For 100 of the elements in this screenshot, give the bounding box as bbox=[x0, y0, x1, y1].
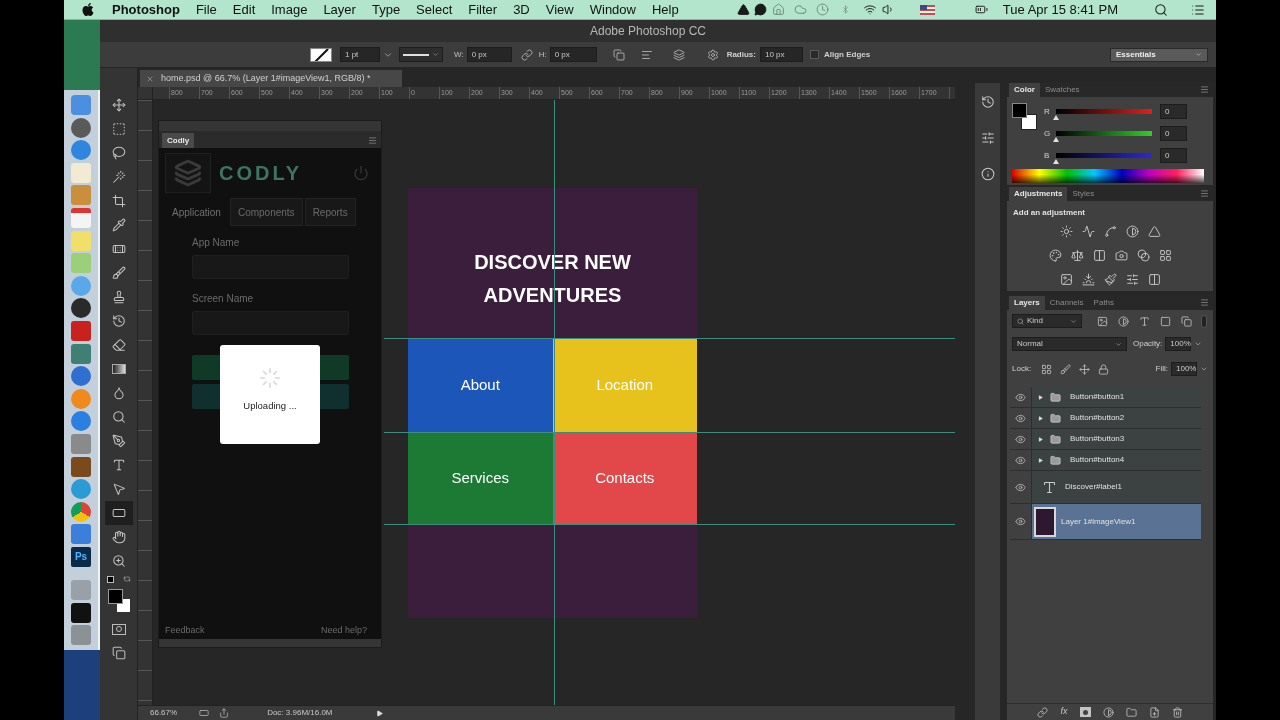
trash-icon[interactable] bbox=[1171, 706, 1183, 718]
pipette-icon[interactable] bbox=[111, 218, 126, 232]
panel-tab[interactable]: Adjustments bbox=[1009, 187, 1068, 201]
rectangle-icon[interactable] bbox=[111, 506, 126, 520]
type-icon[interactable] bbox=[1139, 315, 1150, 327]
layer-row[interactable]: Layer 1#imageView1 bbox=[1032, 504, 1201, 539]
wifi-icon[interactable] bbox=[861, 3, 878, 16]
eye-icon[interactable] bbox=[1015, 516, 1026, 527]
document-tab[interactable]: home.psd @ 66.7% (Layer 1#imageView1, RGB/8) * bbox=[140, 70, 402, 87]
stack-icon[interactable] bbox=[672, 48, 685, 61]
eye-icon[interactable] bbox=[1015, 412, 1026, 424]
workspace-dropdown[interactable]: Essentials bbox=[1110, 47, 1208, 62]
slider-thumb[interactable] bbox=[1053, 137, 1059, 142]
caret-icon[interactable] bbox=[1194, 340, 1203, 348]
quick-mask-icon[interactable] bbox=[111, 623, 126, 635]
line-style-dropdown[interactable] bbox=[399, 47, 443, 62]
hand-icon[interactable] bbox=[111, 530, 126, 544]
disclosure-triangle-icon[interactable] bbox=[1038, 457, 1043, 463]
menu-item[interactable]: Image bbox=[271, 3, 308, 16]
palette-icon[interactable] bbox=[1048, 248, 1062, 262]
layer-row[interactable]: Discover#label1 bbox=[1032, 471, 1201, 503]
app-icon[interactable] bbox=[71, 298, 91, 319]
footer-link[interactable]: Feedback bbox=[165, 624, 205, 638]
overlapping-squares-icon[interactable] bbox=[612, 48, 625, 61]
panel-menu-icon[interactable] bbox=[368, 136, 377, 145]
color-swatches-icon[interactable] bbox=[1012, 103, 1038, 131]
half-circle-icon[interactable] bbox=[1118, 315, 1129, 327]
align-edges-checkbox[interactable] bbox=[810, 50, 819, 59]
caret-icon[interactable] bbox=[432, 51, 439, 58]
panel-tab[interactable]: Layers bbox=[1009, 296, 1045, 310]
paintbrush-icon[interactable] bbox=[1103, 272, 1117, 286]
mini-swatch-icon[interactable] bbox=[106, 575, 114, 583]
move-icon[interactable] bbox=[1079, 363, 1091, 375]
channel-value-field[interactable]: 0 bbox=[1160, 148, 1187, 163]
menu-item[interactable]: 3D bbox=[513, 3, 530, 16]
menu-item[interactable]: Filter bbox=[468, 3, 498, 16]
type-layer-icon[interactable] bbox=[1042, 479, 1057, 495]
menu-item[interactable]: Edit bbox=[232, 3, 256, 16]
curve-icon[interactable] bbox=[1103, 224, 1117, 238]
panel-menu-icon[interactable] bbox=[1200, 85, 1209, 94]
caret-icon[interactable] bbox=[1200, 365, 1208, 373]
eye-icon[interactable] bbox=[1015, 481, 1026, 493]
link-icon[interactable] bbox=[1037, 706, 1049, 718]
swap-arrows-icon[interactable] bbox=[122, 575, 131, 583]
sliders-icon[interactable] bbox=[1125, 272, 1139, 286]
droplet-icon[interactable] bbox=[111, 386, 126, 400]
eye-icon[interactable] bbox=[1015, 391, 1026, 403]
overlapping-circles-icon[interactable] bbox=[1136, 248, 1150, 262]
flag-icon[interactable] bbox=[919, 4, 935, 15]
height-field[interactable]: 0 px bbox=[549, 47, 597, 62]
menu-item[interactable]: Type bbox=[371, 3, 401, 16]
opacity-field[interactable]: 100% bbox=[1165, 337, 1192, 351]
zoom-icon[interactable] bbox=[111, 554, 126, 568]
search-icon[interactable] bbox=[1154, 2, 1168, 17]
disclosure-triangle-icon[interactable] bbox=[1038, 394, 1043, 400]
menu-item[interactable]: Help bbox=[651, 3, 679, 16]
settings-icon[interactable] bbox=[706, 48, 719, 61]
pen-icon[interactable] bbox=[111, 434, 126, 448]
list-icon[interactable] bbox=[1190, 2, 1206, 17]
channel-value-field[interactable]: 0 bbox=[1160, 126, 1187, 141]
page-plus-icon[interactable] bbox=[1148, 706, 1160, 718]
camera-icon[interactable] bbox=[1114, 248, 1128, 262]
menu-tile[interactable]: About bbox=[408, 338, 553, 432]
triangle-right-icon[interactable] bbox=[375, 709, 383, 717]
mask-icon[interactable] bbox=[1079, 707, 1091, 717]
panel-tab[interactable]: Styles bbox=[1067, 187, 1100, 201]
half-circle-icon[interactable] bbox=[1102, 706, 1114, 718]
half-circle-icon[interactable] bbox=[1125, 224, 1139, 238]
layer-row[interactable]: Button#button3 bbox=[1032, 429, 1201, 449]
layer-row[interactable]: Button#button4 bbox=[1032, 450, 1201, 470]
panel-tab[interactable]: Swatches bbox=[1039, 83, 1085, 97]
bandage-icon[interactable] bbox=[111, 242, 126, 256]
stamp-icon[interactable] bbox=[111, 290, 126, 304]
slider-thumb[interactable] bbox=[1053, 159, 1059, 164]
speaker-icon[interactable] bbox=[881, 3, 895, 16]
brush-icon[interactable] bbox=[111, 266, 126, 280]
columns-icon[interactable] bbox=[1147, 272, 1161, 286]
app-icon[interactable] bbox=[71, 602, 91, 623]
sliders-icon[interactable] bbox=[980, 131, 995, 145]
foreground-background-icon[interactable] bbox=[105, 587, 132, 615]
folder-icon[interactable] bbox=[1049, 433, 1062, 445]
move-icon[interactable] bbox=[111, 98, 126, 112]
panel-tab[interactable]: Codly bbox=[162, 133, 195, 148]
radius-field[interactable]: 10 px bbox=[760, 47, 803, 62]
sun-icon[interactable] bbox=[1059, 224, 1073, 238]
battery-icon[interactable] bbox=[972, 3, 990, 16]
columns-icon[interactable] bbox=[1092, 248, 1106, 262]
lasso-icon[interactable] bbox=[111, 146, 126, 160]
fill-field[interactable]: 100% bbox=[1171, 362, 1197, 376]
disclosure-triangle-icon[interactable] bbox=[1038, 436, 1043, 442]
image-icon[interactable] bbox=[1097, 315, 1108, 327]
triangle-icon[interactable] bbox=[736, 3, 750, 16]
folder-icon[interactable] bbox=[1049, 391, 1062, 403]
crop-icon[interactable] bbox=[111, 194, 126, 208]
overlapping-squares-icon[interactable] bbox=[111, 646, 126, 660]
dashed-square-icon[interactable] bbox=[111, 122, 126, 136]
sunset-icon[interactable] bbox=[1081, 272, 1095, 286]
menu-item[interactable]: View bbox=[545, 3, 574, 16]
panel-tab[interactable]: Color bbox=[1009, 83, 1040, 97]
history-icon[interactable] bbox=[980, 95, 995, 109]
